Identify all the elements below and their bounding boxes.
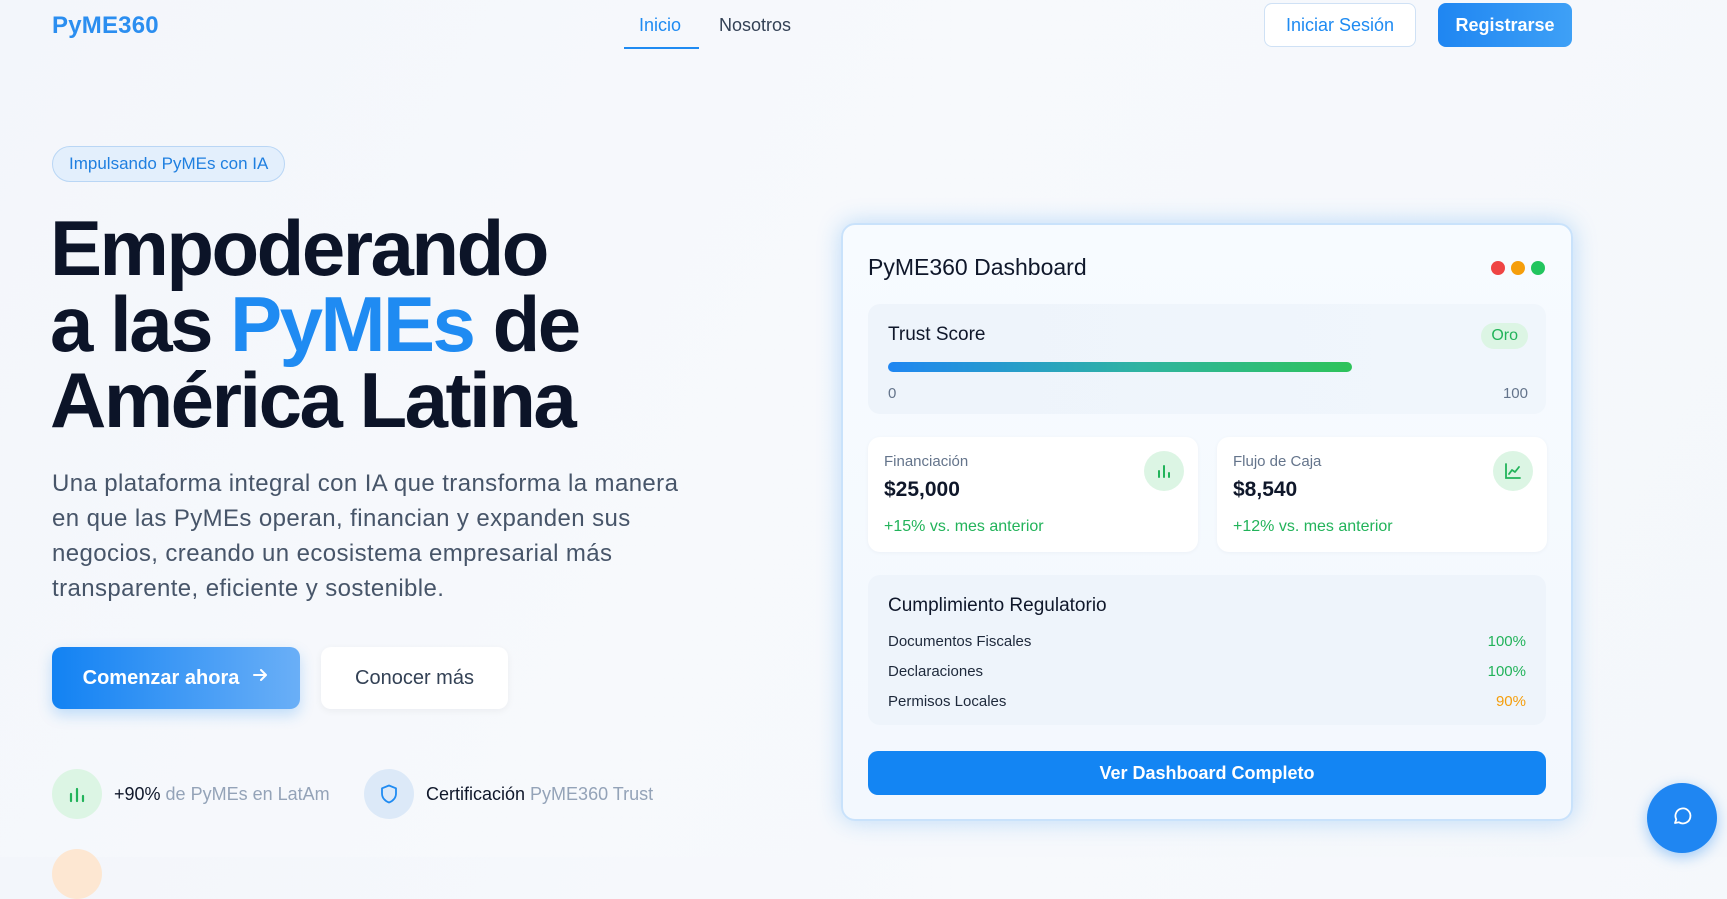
headline-accent: PyMEs <box>230 280 476 368</box>
window-dot-red <box>1491 261 1505 275</box>
stat-certification: Certificación PyME360 Trust <box>364 769 653 819</box>
metric-value: $8,540 <box>1233 478 1298 501</box>
hero-subtext: Una plataforma integral con IA que trans… <box>52 470 679 602</box>
headline-line-1: Empoderando <box>50 204 549 292</box>
metric-label: Financiación <box>884 453 969 470</box>
nav-link-nosotros[interactable]: Nosotros <box>719 15 791 36</box>
hero-pill-badge: Impulsando PyMEs con IA <box>52 146 286 182</box>
compliance-row-pct: 100% <box>1487 633 1526 650</box>
stat-certification-value: Certificación <box>426 783 526 804</box>
compliance-row: Documentos Fiscales 100% <box>888 633 1526 650</box>
learn-more-button[interactable]: Conocer más <box>321 647 508 709</box>
compliance-row-label: Permisos Locales <box>888 693 1007 710</box>
hero-headline: Empoderando a las PyMEs de América Latin… <box>50 209 582 439</box>
headline-line-2-post: de <box>473 280 582 368</box>
trust-score-bar-fill <box>888 362 1352 372</box>
metric-label: Flujo de Caja <box>1233 453 1322 470</box>
compliance-panel: Cumplimiento Regulatorio Documentos Fisc… <box>868 575 1546 725</box>
stat-certification-text: PyME360 Trust <box>525 783 654 804</box>
bar-chart-icon <box>52 769 102 819</box>
nav-link-inicio[interactable]: Inicio <box>639 15 681 36</box>
chat-bubble-icon <box>1671 805 1693 832</box>
window-dot-green <box>1531 261 1545 275</box>
trust-score-panel: Trust Score Oro 0 100 <box>868 304 1546 414</box>
metric-value: $25,000 <box>884 478 960 501</box>
compliance-row: Permisos Locales 90% <box>888 693 1526 710</box>
metric-change: +12% vs. mes anterior <box>1233 518 1393 535</box>
start-now-button[interactable]: Comenzar ahora <box>52 647 300 709</box>
compliance-row-pct: 100% <box>1487 663 1526 680</box>
metric-card-financing: Financiación $25,000 +15% vs. mes anteri… <box>868 437 1198 552</box>
top-navbar: PyME360 Inicio Nosotros Iniciar Sesión R… <box>0 0 1727 52</box>
register-button[interactable]: Registrarse <box>1438 3 1572 47</box>
arrow-right-icon <box>251 666 269 690</box>
dashboard-preview-card: PyME360 Dashboard Trust Score Oro 0 100 … <box>841 223 1573 821</box>
headline-line-3: América Latina <box>50 356 577 444</box>
stat-latam: +90% de PyMEs en LatAm <box>52 769 330 819</box>
active-nav-indicator <box>624 47 699 49</box>
metric-card-cashflow: Flujo de Caja $8,540 +12% vs. mes anteri… <box>1217 437 1547 552</box>
trust-score-max: 100 <box>1502 385 1528 402</box>
compliance-row-label: Documentos Fiscales <box>888 633 1032 650</box>
stat-latam-value: +90% <box>114 783 161 804</box>
trust-score-bar <box>888 362 1528 372</box>
compliance-row: Declaraciones 100% <box>888 663 1526 680</box>
line-chart-icon <box>1493 451 1533 491</box>
shield-icon <box>364 769 414 819</box>
trust-score-label: Trust Score <box>888 324 986 345</box>
start-now-label: Comenzar ahora <box>82 666 240 689</box>
metric-change: +15% vs. mes anterior <box>884 518 1044 535</box>
compliance-title: Cumplimiento Regulatorio <box>888 595 1107 616</box>
trust-score-min: 0 <box>888 385 897 402</box>
trust-score-badge: Oro <box>1481 323 1528 349</box>
stat-latam-text: de PyMEs en LatAm <box>160 783 330 804</box>
window-dot-yellow <box>1511 261 1525 275</box>
compliance-row-pct: 90% <box>1495 693 1526 710</box>
login-button[interactable]: Iniciar Sesión <box>1264 3 1416 47</box>
logo[interactable]: PyME360 <box>52 12 159 40</box>
headline-line-2-pre: a las <box>50 280 231 368</box>
chat-button[interactable] <box>1647 783 1717 853</box>
bar-chart-icon <box>1144 451 1184 491</box>
compliance-row-label: Declaraciones <box>888 663 984 680</box>
view-full-dashboard-button[interactable]: Ver Dashboard Completo <box>868 751 1546 795</box>
dashboard-title: PyME360 Dashboard <box>868 254 1087 280</box>
